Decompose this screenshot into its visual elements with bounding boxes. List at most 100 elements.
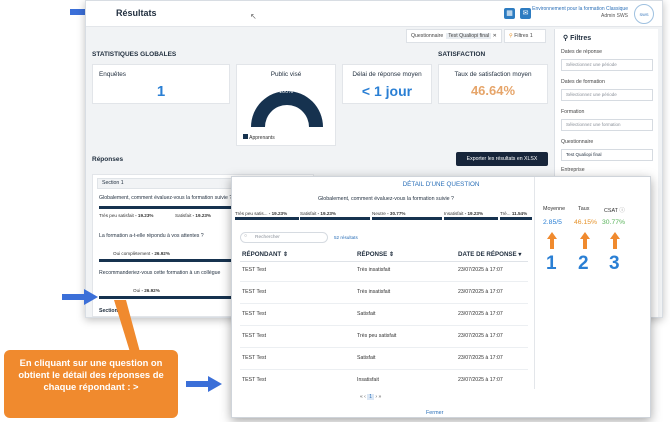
pointer-arrow-question xyxy=(62,289,98,305)
dates-reponse-input[interactable]: Sélectionnez une période xyxy=(561,59,653,71)
distribution-bar-4 xyxy=(444,217,498,220)
sort-desc-icon: ▾ xyxy=(518,251,522,258)
table-row[interactable]: TEST Test Satisfait 23/07/2025 à 17:07 xyxy=(240,306,528,326)
annotation-number-2: 2 xyxy=(578,253,589,274)
public-vise-label: Public visé xyxy=(270,71,302,78)
public-legend-label: Apprenants xyxy=(249,135,275,141)
sort-icon: ⇕ xyxy=(282,251,289,258)
modal-title: DÉTAIL D'UNE QUESTION xyxy=(402,181,480,188)
search-icon: ○ xyxy=(244,233,248,239)
close-modal-button[interactable]: Fermer xyxy=(426,410,443,416)
callout-pointer xyxy=(114,300,140,352)
col-header-respondant[interactable]: RÉPONDANT ⇕ xyxy=(242,251,288,258)
public-gauge-value: 100% xyxy=(278,89,294,95)
delai-card: Délai de réponse moyen < 1 jour xyxy=(342,64,432,104)
annotation-arrow-3 xyxy=(610,232,620,249)
table-row[interactable]: TEST Test Satisfait 23/07/2025 à 17:07 xyxy=(240,350,528,370)
col-header-date[interactable]: DATE DE RÉPONSE ▾ xyxy=(458,251,522,258)
org-name: Environnement pour la formation Classiqu… xyxy=(532,6,628,12)
questionnaire-select[interactable]: Test Qualiopi final xyxy=(561,149,653,161)
filters-panel-title: ⚲ Filtres xyxy=(563,35,592,42)
current-page[interactable]: 1 xyxy=(367,394,375,400)
global-stats-title: STATISTIQUES GLOBALES xyxy=(92,51,177,58)
pagination: « ‹ 1 › » xyxy=(360,394,381,400)
last-page-icon[interactable]: » xyxy=(378,394,381,400)
dates-reponse-label: Dates de réponse xyxy=(561,49,602,55)
responses-title: Réponses xyxy=(92,156,124,163)
search-input[interactable]: Rechercher xyxy=(240,232,328,243)
enquetes-label: Enquêtes xyxy=(99,71,127,78)
filters-toggle-button[interactable]: ⚲ Filtres 1 xyxy=(504,29,546,43)
question-1[interactable]: Globalement, comment évaluez-vous la for… xyxy=(99,195,232,201)
mouse-cursor-icon: ↖ xyxy=(250,12,257,21)
question-2[interactable]: La formation a-t-elle répondu à vos atte… xyxy=(99,233,204,239)
admin-name: Admin SWS xyxy=(601,13,628,19)
public-legend: Apprenants xyxy=(243,134,275,141)
q2-answer-a: Oui complètement - 26.92% xyxy=(113,251,170,256)
q1-answer-a: Très peu satisfait - 19.23% xyxy=(99,213,154,218)
stats-divider xyxy=(534,177,535,389)
questionnaire-label: Questionnaire xyxy=(561,139,594,145)
filters-toggle-label: Filtres xyxy=(514,33,529,39)
sort-icon: ⇕ xyxy=(389,251,395,258)
page-title: Résultats xyxy=(116,8,157,18)
org-logo: SWS xyxy=(634,4,654,24)
question-3[interactable]: Recommanderiez-vous cette formation à un… xyxy=(99,270,220,276)
annotation-number-3: 3 xyxy=(609,253,620,274)
first-page-icon[interactable]: « xyxy=(360,394,363,400)
chat-icon[interactable]: ✉ xyxy=(520,8,531,19)
public-vise-card: Public visé 100% Apprenants xyxy=(236,64,336,146)
stat-csat-label: CSAT ⓘ xyxy=(604,208,625,214)
stat-moyenne-value: 2.85/5 xyxy=(543,219,562,226)
legend-item-5: Trè... 11.54% xyxy=(500,211,528,216)
taux-label: Taux de satisfaction moyen xyxy=(454,71,532,78)
distribution-bar-3 xyxy=(372,217,442,220)
top-bar: Résultats ↖ ▦ ✉ Environnement pour la fo… xyxy=(86,1,662,27)
legend-item-3: Neutre - 30.77% xyxy=(372,211,406,216)
question-detail-modal: DÉTAIL D'UNE QUESTION Globalement, comme… xyxy=(231,176,651,418)
stat-taux-label: Taux xyxy=(578,206,590,212)
formation-select[interactable]: Sélectionnez une formation xyxy=(561,119,653,131)
delai-label: Délai de réponse moyen xyxy=(352,71,422,78)
col-header-reponse[interactable]: RÉPONSE ⇕ xyxy=(357,251,394,258)
legend-swatch xyxy=(243,134,248,139)
grid-icon[interactable]: ▦ xyxy=(504,8,515,19)
q1-answer-b: Satisfait - 19.23% xyxy=(175,213,212,218)
filter-icon: ⚲ xyxy=(509,33,513,39)
close-icon[interactable]: ✕ xyxy=(493,33,497,39)
table-row[interactable]: TEST Test Très insatisfait 23/07/2025 à 17… xyxy=(240,262,528,282)
taux-card: Taux de satisfaction moyen 46.64% xyxy=(438,64,548,104)
export-xlsx-button[interactable]: Exporter les résultats en XLSX xyxy=(456,152,548,166)
table-row[interactable]: TEST Test Très insatisfait 23/07/2025 à 17… xyxy=(240,284,528,304)
formation-label: Formation xyxy=(561,109,585,115)
distribution-bar-2 xyxy=(300,217,370,220)
pointer-arrow-modal xyxy=(186,376,222,392)
enquetes-card: Enquêtes 1 xyxy=(92,64,230,104)
legend-item-1: Très peu satis... - 19.23% xyxy=(235,211,288,216)
annotation-arrow-2 xyxy=(580,232,590,249)
dates-formation-label: Dates de formation xyxy=(561,79,605,85)
table-row[interactable]: TEST Test Insatisfait 23/07/2025 à 17:07 xyxy=(240,372,528,392)
filters-count-badge: 1 xyxy=(529,33,533,39)
table-row[interactable]: TEST Test Très peu satisfait 23/07/2025 à … xyxy=(240,328,528,348)
legend-item-2: Satisfait - 19.23% xyxy=(300,211,337,216)
explanation-callout: En cliquant sur une question on obtient … xyxy=(4,350,178,418)
delai-value: < 1 jour xyxy=(361,83,413,99)
annotation-arrow-1 xyxy=(547,232,557,249)
stat-taux-value: 46.15% xyxy=(574,219,598,226)
q3-answer-a: Oui - 26.92% xyxy=(133,288,160,293)
stat-csat-value: 30.77% xyxy=(602,219,626,226)
org-info: Environnement pour la formation Classiqu… xyxy=(532,6,628,20)
next-page-icon[interactable]: › xyxy=(375,394,377,400)
filter-icon: ⚲ xyxy=(563,35,569,42)
modal-question: Globalement, comment évaluez-vous la for… xyxy=(317,196,455,202)
distribution-bar-5 xyxy=(500,217,532,220)
satisfaction-title: SATISFACTION xyxy=(438,51,486,58)
legend-item-4: Insatisfait - 19.23% xyxy=(444,211,484,216)
questionnaire-chip-label: Questionnaire xyxy=(411,33,444,39)
info-icon[interactable]: ⓘ xyxy=(619,208,624,214)
questionnaire-chip-value: Test Qualiopi final xyxy=(446,33,492,39)
dates-formation-input[interactable]: Sélectionnez une période xyxy=(561,89,653,101)
prev-page-icon[interactable]: ‹ xyxy=(364,394,366,400)
questionnaire-chip[interactable]: Questionnaire Test Qualiopi final ✕ xyxy=(406,29,502,43)
